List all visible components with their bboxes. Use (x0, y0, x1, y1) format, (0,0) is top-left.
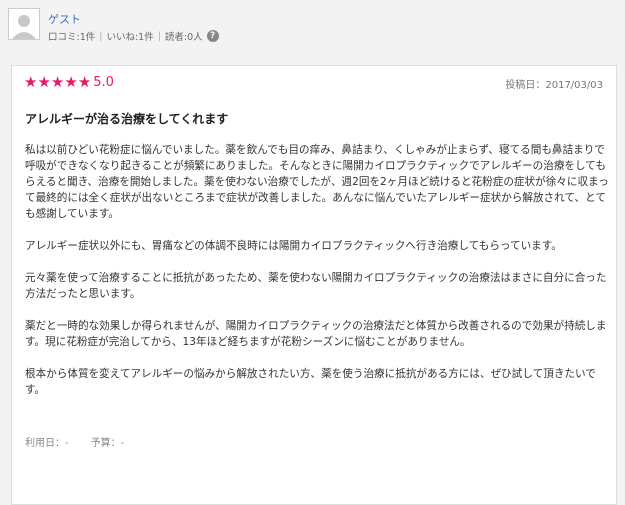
question-circle-icon[interactable]: ? (206, 30, 219, 42)
star-icon: ★ (37, 73, 51, 91)
star-icon: ★ (64, 73, 78, 91)
reader-count: 読者:0人 (164, 32, 203, 43)
review-paragraph: 根本から体質を変えてアレルギーの悩みから解放されたい方、薬を使う治療に抵抗がある… (25, 368, 596, 396)
stats-divider: | (99, 30, 103, 42)
like-count: いいね:1件 (106, 32, 154, 43)
review-paragraph: 元々薬を使って治療することに抵抗があったため、薬を使わない陽開カイロプラクティッ… (25, 272, 607, 300)
review-meta: 利用日：- 予算：- (25, 434, 146, 449)
rating-stars: ★ ★ ★ ★ ★ 5.0 (24, 73, 114, 91)
review-paragraph: アレルギー症状以外にも、胃痛などの体調不良時には陽開カイロプラクティックへ行き治… (25, 240, 562, 252)
review-body: 私は以前ひどい花粉症に悩んでいました。薬を飲んでも目の痒み、鼻詰まり、くしゃみが… (25, 142, 609, 414)
review-card: ★ ★ ★ ★ ★ 5.0 投稿日：2017/03/03 アレルギーが治る治療を… (11, 65, 617, 505)
user-stats: 口コミ:1件 | いいね:1件 | 読者:0人 ? (48, 29, 219, 43)
review-paragraph: 薬だと一時的な効果しか得られませんが、陽開カイロプラクティックの治療法だと体質か… (25, 320, 607, 348)
username-link[interactable]: ゲスト (48, 11, 81, 27)
post-date: 投稿日：2017/03/03 (505, 80, 603, 91)
review-title: アレルギーが治る治療をしてくれます (25, 112, 229, 126)
review-count: 口コミ:1件 (48, 32, 96, 43)
user-avatar-icon[interactable] (8, 8, 40, 40)
rating-score: 5.0 (93, 75, 114, 90)
stats-divider: | (157, 30, 161, 42)
budget: 予算：- (90, 438, 125, 449)
reviewer-header: ゲスト 口コミ:1件 | いいね:1件 | 読者:0人 ? (0, 0, 625, 50)
usage-date: 利用日：- (25, 438, 69, 449)
star-icon: ★ (50, 73, 65, 91)
star-icon: ★ (77, 73, 92, 91)
review-paragraph: 私は以前ひどい花粉症に悩んでいました。薬を飲んでも目の痒み、鼻詰まり、くしゃみが… (25, 144, 609, 220)
star-icon: ★ (24, 73, 38, 91)
